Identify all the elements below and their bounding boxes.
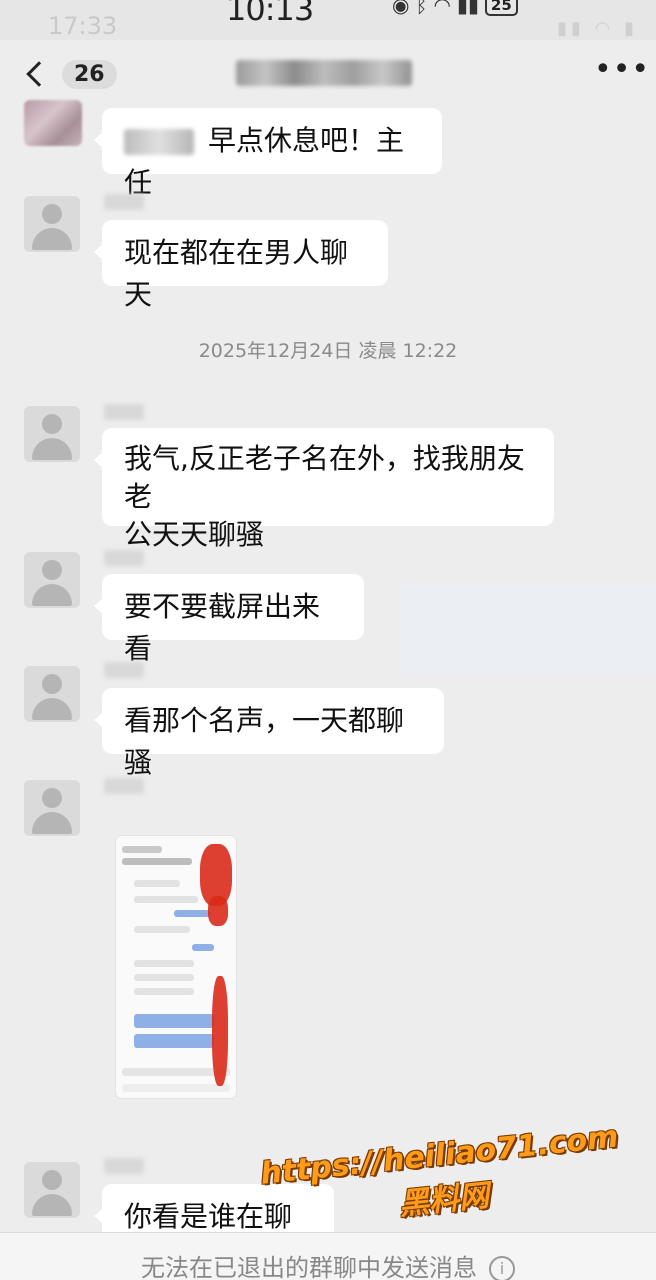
screenshot-message-row (134, 988, 194, 995)
screenshot-message-row (192, 944, 214, 951)
screenshot-message-row (134, 1034, 214, 1048)
inner-status-time: 10:13 (226, 0, 314, 28)
screenshot-message-row (174, 910, 210, 917)
message-text: 看那个名声，一天都聊骚 (124, 704, 405, 779)
avatar-head (42, 788, 62, 808)
battery-icon: 25 (484, 0, 518, 16)
eye-icon: ◉ (392, 0, 410, 17)
background-panel (398, 584, 656, 674)
avatar[interactable] (24, 100, 82, 146)
avatar-head (42, 414, 62, 434)
avatar-body (32, 812, 72, 834)
bluetooth-icon: ᛒ (415, 0, 428, 17)
message-bubble[interactable]: 早点休息吧！主任 (94, 108, 442, 199)
image-message[interactable] (116, 836, 236, 1098)
screenshot-message-row (134, 926, 190, 933)
red-censor-mark (212, 976, 228, 1086)
exited-group-notice-bar: 无法在已退出的群聊中发送消息 i (0, 1232, 656, 1280)
chevron-left-icon (26, 61, 52, 87)
message-text: 公天天聊骚 (124, 518, 265, 551)
signal-icon: ▮▮ (456, 0, 479, 17)
message-text: 我气,反正老子名在外，找我朋友老 (124, 442, 525, 513)
avatar[interactable] (24, 406, 80, 462)
sender-name (104, 404, 144, 420)
avatar-body (32, 438, 72, 460)
screenshot-message-row (134, 960, 194, 967)
red-censor-mark (208, 896, 228, 926)
avatar-head (42, 674, 62, 694)
message-text: 要不要截屏出来看 (124, 590, 321, 665)
info-icon[interactable]: i (489, 1256, 515, 1280)
message-text: 现在都在在男人聊天 (124, 236, 349, 311)
unread-count-badge: 26 (62, 59, 117, 89)
message-bubble[interactable]: 要不要截屏出来看 (94, 574, 364, 665)
back-button[interactable]: 26 (22, 54, 117, 94)
avatar-head (42, 560, 62, 580)
avatar[interactable] (24, 780, 80, 836)
message-bubble[interactable]: 我气,反正老子名在外，找我朋友老 公天天聊骚 (94, 428, 554, 551)
blurred-text (124, 129, 194, 155)
status-icons: ◉ ᛒ ◠ ▮▮ 25 (392, 0, 518, 17)
chat-title-blurred (236, 60, 412, 86)
avatar[interactable] (24, 552, 80, 608)
screenshot-toolbar-row (122, 1084, 230, 1092)
status-bar: 17:33 10:13 ◉ ᛒ ◠ ▮▮ 25 ▮▮ ◠ ▮ (0, 0, 656, 40)
screenshot-message-row (134, 974, 194, 981)
avatar-body (32, 228, 72, 250)
avatar[interactable] (24, 1162, 80, 1218)
timestamp: 2025年12月24日 凌晨 12:22 (198, 340, 458, 362)
screenshot-status-row (122, 846, 162, 853)
screenshot-message-row (134, 896, 198, 903)
chat-header: 26 ••• (0, 40, 656, 110)
exited-group-notice: 无法在已退出的群聊中发送消息 (141, 1254, 477, 1280)
avatar-head (42, 204, 62, 224)
sender-name (104, 194, 144, 210)
sender-name (104, 1158, 144, 1174)
message-bubble[interactable]: 看那个名声，一天都聊骚 (94, 688, 444, 779)
outer-status-time: 17:33 (48, 12, 118, 40)
avatar[interactable] (24, 196, 80, 252)
screenshot-message-row (134, 880, 180, 887)
screenshot-title-row (122, 858, 192, 865)
avatar-body (32, 1194, 72, 1216)
avatar-body (32, 698, 72, 720)
message-bubble[interactable]: 现在都在在男人聊天 (94, 220, 388, 311)
wifi-icon: ◠ (433, 0, 451, 17)
outer-status-icons: ▮▮ ◠ ▮ (557, 18, 638, 39)
more-options-button[interactable]: ••• (594, 55, 649, 90)
watermark: https://heiliao71.com 黑料网 (259, 1119, 625, 1237)
avatar[interactable] (24, 666, 80, 722)
avatar-body (32, 584, 72, 606)
sender-name (104, 778, 144, 794)
screenshot-message-row (134, 1014, 214, 1028)
sender-name (104, 550, 144, 566)
sender-name (104, 662, 144, 678)
avatar-head (42, 1170, 62, 1190)
